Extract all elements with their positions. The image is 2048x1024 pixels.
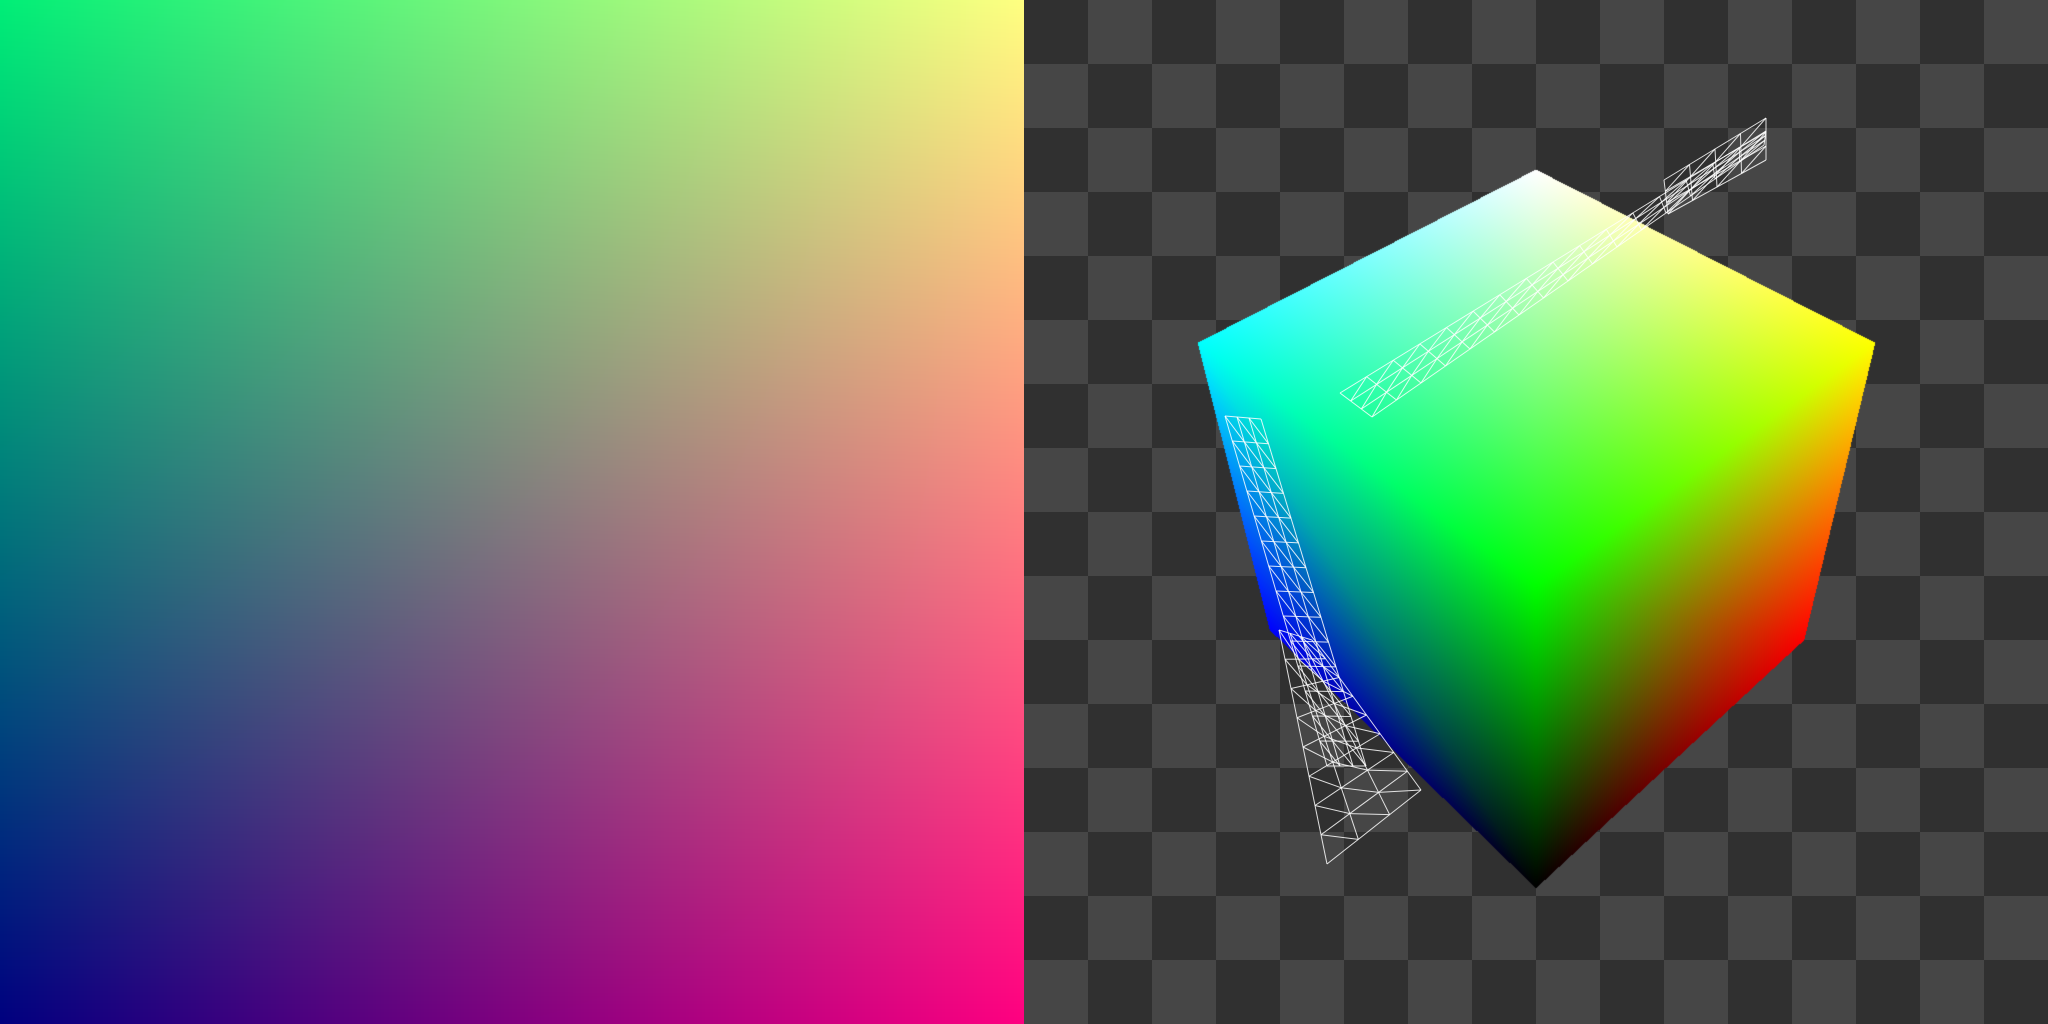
stage: [0, 0, 2048, 1024]
rgb-color-cube[interactable]: [1024, 0, 2048, 1024]
3d-viewport-panel[interactable]: [1024, 0, 2048, 1024]
color-gradient-panel: [0, 0, 1024, 1024]
bilinear-color-gradient: [0, 0, 1024, 1024]
